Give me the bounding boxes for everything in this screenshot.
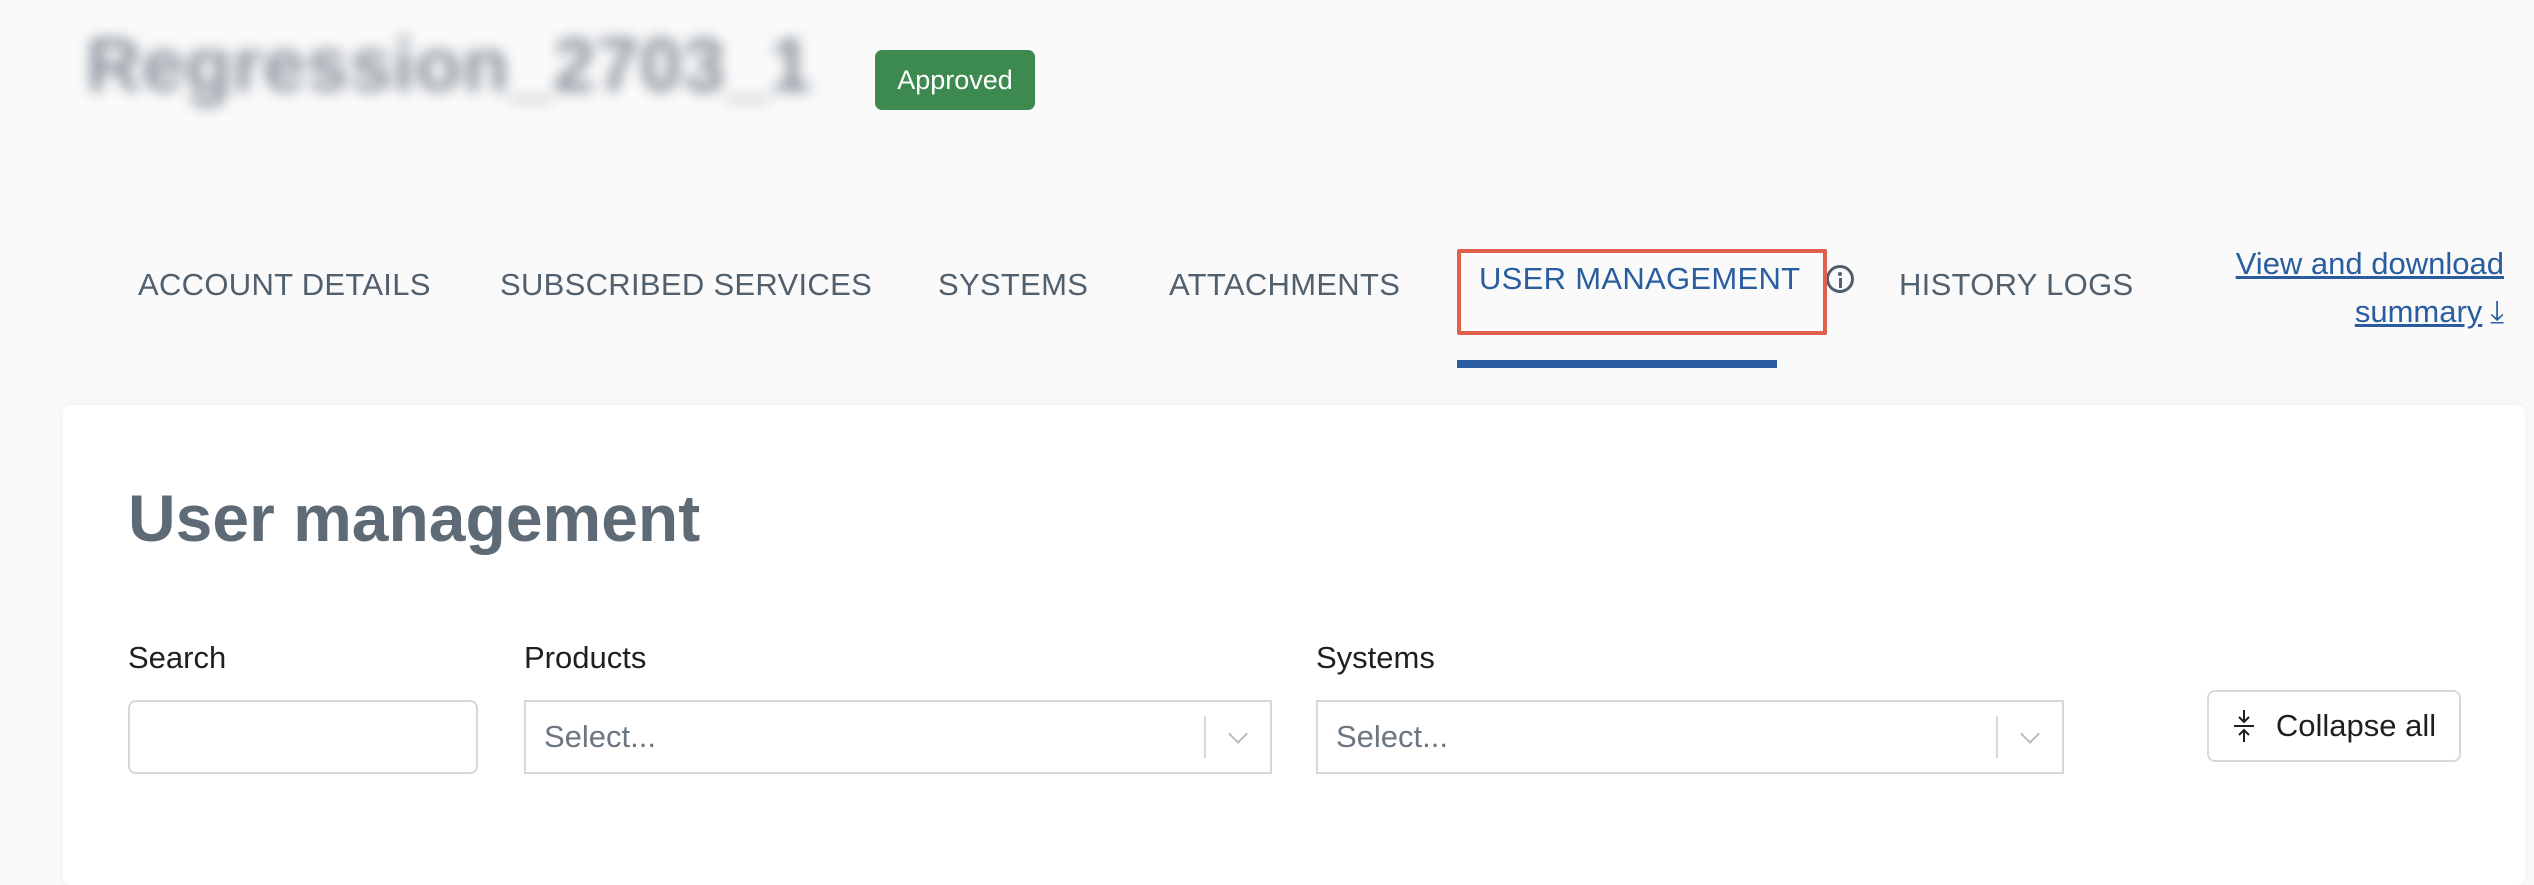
download-icon: ⤓ [2490, 294, 2504, 329]
products-label: Products [524, 640, 647, 675]
tab-account-details[interactable]: ACCOUNT DETAILS [138, 240, 431, 330]
status-badge: Approved [875, 50, 1035, 110]
tab-subscribed-services[interactable]: SUBSCRIBED SERVICES [500, 240, 872, 330]
collapse-icon [2233, 710, 2254, 742]
systems-label: Systems [1316, 640, 1435, 675]
chevron-down-icon[interactable] [1998, 724, 2062, 744]
active-tab-indicator [1457, 360, 1777, 368]
summary-link-line1: View and download [2235, 246, 2504, 281]
collapse-all-button[interactable]: Collapse all [2207, 690, 2461, 762]
products-placeholder: Select... [544, 719, 656, 754]
products-select[interactable]: Select... [524, 700, 1272, 774]
systems-placeholder: Select... [1336, 719, 1448, 754]
user-management-card [63, 405, 2525, 885]
page-title: Regression_2703_1 [86, 23, 813, 108]
systems-select[interactable]: Select... [1316, 700, 2064, 774]
section-title: User management [128, 481, 701, 555]
tab-systems[interactable]: SYSTEMS [938, 240, 1088, 330]
collapse-all-label: Collapse all [2275, 708, 2437, 743]
tab-attachments[interactable]: ATTACHMENTS [1169, 240, 1400, 330]
highlight-box [1457, 249, 1827, 335]
search-input[interactable] [128, 700, 478, 774]
summary-link-line2: summary [2354, 294, 2483, 329]
view-download-summary-link[interactable]: View and download summary ⤓ [2144, 240, 2504, 336]
chevron-down-icon[interactable] [1206, 724, 1270, 744]
info-icon[interactable] [1826, 265, 1855, 293]
tab-history-logs[interactable]: HISTORY LOGS [1899, 240, 2133, 330]
search-label: Search [128, 640, 227, 675]
